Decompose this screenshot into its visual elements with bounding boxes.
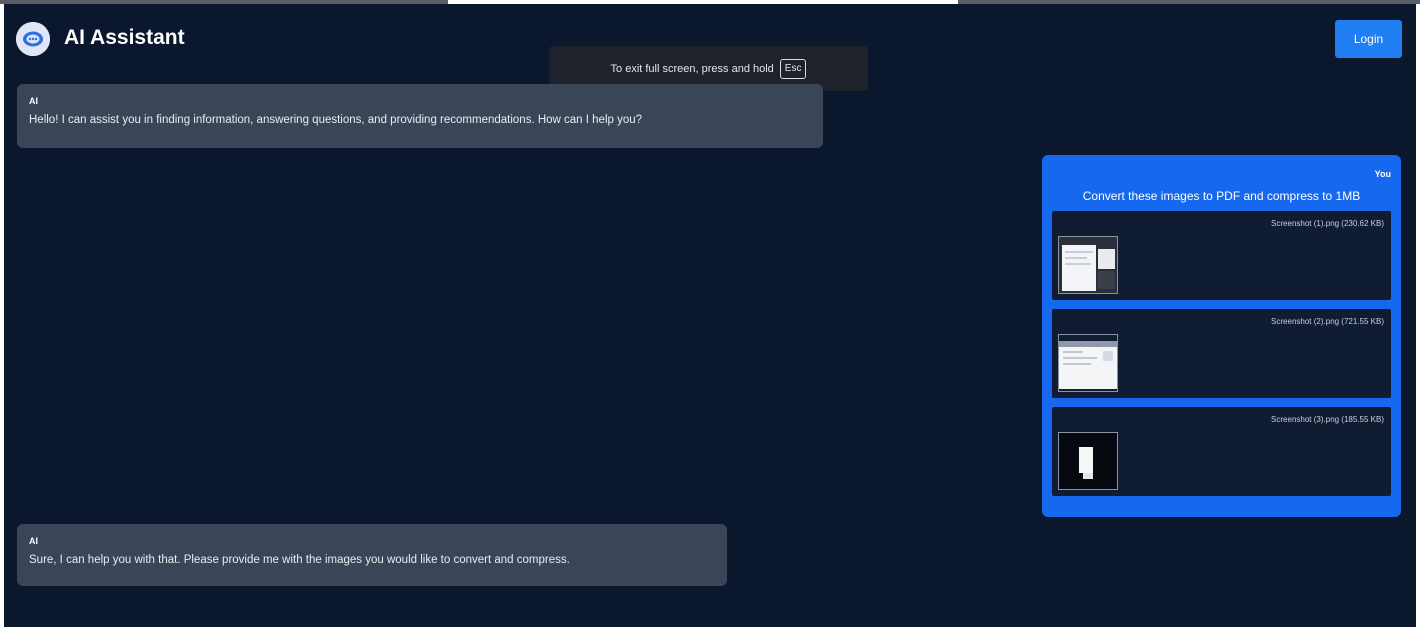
attachment-thumbnail[interactable] — [1058, 432, 1118, 490]
attachment-card[interactable]: Screenshot (3).png (185.55 KB) — [1052, 407, 1391, 496]
message-text: Hello! I can assist you in finding infor… — [29, 114, 643, 126]
attachment-card[interactable]: Screenshot (1).png (230.62 KB) — [1052, 211, 1391, 300]
ai-message: AI Hello! I can assist you in finding in… — [17, 84, 823, 148]
attachment-filename: Screenshot (1).png (230.62 KB) — [1271, 219, 1384, 228]
attachment-thumbnail[interactable] — [1058, 236, 1118, 294]
message-sender: AI — [29, 536, 38, 546]
message-sender: AI — [29, 96, 38, 106]
login-button[interactable]: Login — [1335, 20, 1402, 58]
attachment-thumbnail[interactable] — [1058, 334, 1118, 392]
attachment-filename: Screenshot (2).png (721.55 KB) — [1271, 317, 1384, 326]
attachment-card[interactable]: Screenshot (2).png (721.55 KB) — [1052, 309, 1391, 398]
attachment-filename: Screenshot (3).png (185.55 KB) — [1271, 415, 1384, 424]
esc-key-hint: Esc — [779, 58, 807, 79]
user-message: You Convert these images to PDF and comp… — [1042, 155, 1401, 517]
message-text: Sure, I can help you with that. Please p… — [29, 554, 570, 566]
ai-message: AI Sure, I can help you with that. Pleas… — [17, 524, 727, 586]
app-title: AI Assistant — [64, 26, 185, 49]
message-text: Convert these images to PDF and compress… — [1082, 189, 1361, 203]
chat-bubble-icon — [16, 22, 50, 56]
app-window: AI Assistant Login To exit full screen, … — [4, 4, 1416, 627]
fullscreen-toast-text: To exit full screen, press and hold — [610, 62, 774, 75]
message-sender: You — [1374, 169, 1391, 179]
